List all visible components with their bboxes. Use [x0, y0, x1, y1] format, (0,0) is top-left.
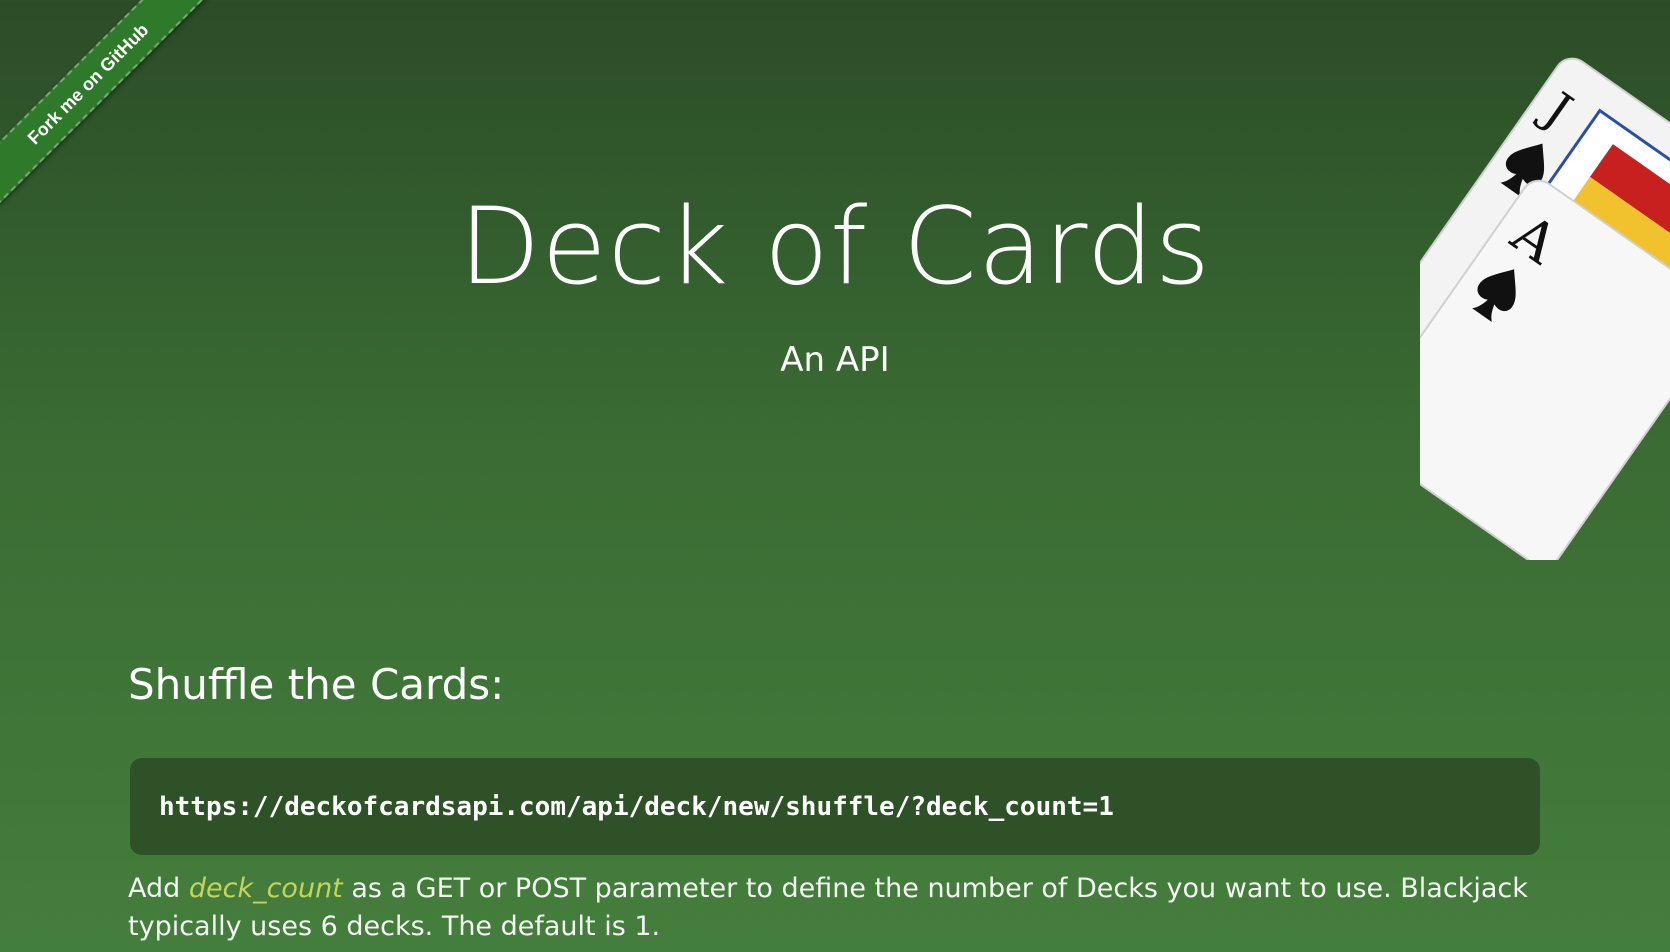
- shuffle-url[interactable]: https://deckofcardsapi.com/api/deck/new/…: [159, 792, 1114, 822]
- cards-illustration: J A: [1420, 57, 1670, 560]
- shuffle-heading: Shuffle the Cards:: [128, 660, 505, 709]
- shuffle-url-code-block: https://deckofcardsapi.com/api/deck/new/…: [130, 758, 1540, 855]
- fork-github-ribbon[interactable]: Fork me on GitHub: [0, 0, 210, 206]
- deck-count-param: deck_count: [188, 873, 343, 904]
- desc-text-before: Add: [128, 873, 189, 904]
- shuffle-description: Add deck_count as a GET or POST paramete…: [128, 870, 1528, 946]
- playing-cards-image: J A: [1420, 40, 1670, 560]
